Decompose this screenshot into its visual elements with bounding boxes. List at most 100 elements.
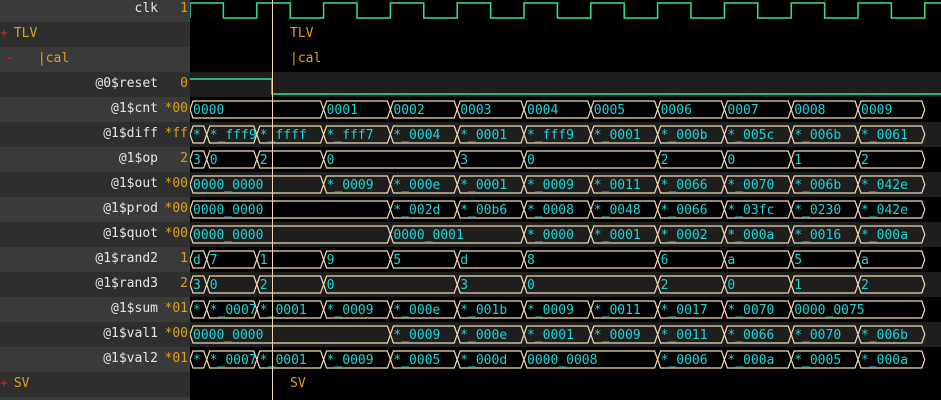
bus-value-label: a <box>861 253 869 268</box>
bus-segment <box>523 250 659 269</box>
bus-value-label: *_0066 <box>727 328 774 343</box>
scope-label[interactable]: - |cal <box>6 51 69 66</box>
bus-value-label: *_000a <box>861 353 908 368</box>
signal-row-1-rand2[interactable]: @1$rand2 1 <box>0 247 190 272</box>
bus-value-label: *_000a <box>727 228 774 243</box>
bus-value-label: *_0070 <box>727 303 774 318</box>
signal-name: @1$rand3 <box>95 276 158 291</box>
bus-value-label: *_0007 <box>210 303 257 318</box>
expand-toggle-icon[interactable]: + <box>0 376 8 391</box>
bus-value-label: *_0009 <box>527 303 574 318</box>
signal-name: @1$quot <box>103 226 158 241</box>
signal-name: @1$val2 <box>103 351 158 366</box>
bus-value-label: *_005c <box>727 128 774 143</box>
scope-name: |cal <box>37 51 70 66</box>
bus-value-label: 3 <box>193 153 201 168</box>
signal-current-value: *00 <box>164 226 188 241</box>
scope-label[interactable]: + TLV <box>0 26 37 41</box>
bus-value-label: *_0061 <box>861 128 908 143</box>
signal-current-value: 2 <box>180 276 188 291</box>
bus-value-label: 0000 <box>193 103 224 118</box>
bus-value-label: 0001 <box>327 103 358 118</box>
bus-value-label: 0007 <box>727 103 758 118</box>
bus-value-label: *_0001 <box>594 228 641 243</box>
bus-value-label: 2 <box>661 153 669 168</box>
signal-row-0-reset[interactable]: @0$reset 0 <box>0 72 190 97</box>
bus-value-label: *_fff9 <box>527 128 574 143</box>
bus-value-label: 0005 <box>594 103 625 118</box>
bus-value-label: *_0048 <box>594 203 641 218</box>
bus-value-label: 3 <box>193 278 201 293</box>
bus-value-label: 2 <box>260 153 268 168</box>
signal-row-1-diff[interactable]: @1$diff *ff <box>0 122 190 147</box>
signal-row-tlv[interactable]: + TLV <box>0 22 190 47</box>
signal-row-1-sum[interactable]: @1$sum *01 <box>0 297 190 322</box>
bus-value-label: *_0001 <box>460 178 507 193</box>
bus-value-label: 1 <box>794 278 802 293</box>
bus-value-label: *_0004 <box>393 128 440 143</box>
signal-row-sv[interactable]: + SV <box>0 372 190 397</box>
bus-value-label: *_00b6 <box>460 203 507 218</box>
signal-name: @1$sum <box>111 301 158 316</box>
bus-value-label: a <box>727 253 735 268</box>
signal-name: @1$diff <box>103 126 158 141</box>
waveform-panel[interactable]: TLV |cal SV 0000 0001 0002 0003 0004 0005 0006 000… <box>190 0 941 400</box>
bus-value-label: *_006b <box>794 128 841 143</box>
bus-value-label: *_0009 <box>327 178 374 193</box>
signal-name: @1$cnt <box>111 101 158 116</box>
signal-row-1-val2[interactable]: @1$val2 *01 <box>0 347 190 372</box>
bus-segment <box>523 150 659 169</box>
bus-value-label: * <box>193 303 201 318</box>
expand-toggle-icon[interactable]: + <box>0 26 8 41</box>
signal-row-1-rand3[interactable]: @1$rand3 2 <box>0 272 190 297</box>
signal-current-value: 1 <box>180 1 188 16</box>
signal-current-value: *01 <box>164 301 188 316</box>
clock-waveform <box>190 2 941 19</box>
bus-value-label: *_006b <box>794 178 841 193</box>
signal-current-value: *ff <box>164 126 188 141</box>
waveform-canvas: 0000 0001 0002 0003 0004 0005 0006 0007 0008 0009… <box>190 2 941 369</box>
bus-value-label: *_006b <box>861 328 908 343</box>
signal-name: @0$reset <box>95 76 158 91</box>
signal-name: clk <box>134 1 158 16</box>
scope-name: TLV <box>13 26 38 41</box>
bus-value-label: *_fff7 <box>327 128 374 143</box>
signal-row-1-cnt[interactable]: @1$cnt *00 <box>0 97 190 122</box>
bus-value-label: *_0011 <box>594 178 641 193</box>
signal-current-value: *00 <box>164 201 188 216</box>
expand-toggle-icon[interactable]: - <box>6 51 14 66</box>
signal-row-clk[interactable]: clk 1 <box>0 0 190 22</box>
signal-row-1-out[interactable]: @1$out *00 <box>0 172 190 197</box>
bus-value-label: *_002d <box>393 203 440 218</box>
bus-value-label: *_0017 <box>661 303 708 318</box>
bus-value-label: 7 <box>210 253 218 268</box>
bus-value-label: 0 <box>210 153 218 168</box>
bus-value-label: 0000_0001 <box>393 228 463 243</box>
bus-value-label: 6 <box>661 253 669 268</box>
bus-value-label: *_000e <box>460 328 507 343</box>
bus-value-label: 0003 <box>460 103 491 118</box>
bus-value-label: 0 <box>527 278 535 293</box>
time-cursor[interactable] <box>272 0 273 400</box>
signal-row-1-op[interactable]: @1$op 2 <box>0 147 190 172</box>
signal-row-1-prod[interactable]: @1$prod *00 <box>0 197 190 222</box>
bus-value-label: *_0011 <box>594 303 641 318</box>
bus-value-label: d <box>460 253 468 268</box>
bus-value-label: 3 <box>460 153 468 168</box>
signal-row-cal[interactable]: - |cal <box>0 47 190 72</box>
bus-value-label: *_0001 <box>260 353 307 368</box>
bus-value-label: 0 <box>727 153 735 168</box>
bus-value-label: 0 <box>527 153 535 168</box>
scope-name: SV <box>13 376 30 391</box>
bus-value-label: *_03fc <box>727 203 774 218</box>
scope-label[interactable]: + SV <box>0 376 29 391</box>
bus-value-label: *_0009 <box>393 328 440 343</box>
bus-segment <box>322 150 458 169</box>
bus-value-label: *_0008 <box>527 203 574 218</box>
bus-value-label: 0000_0075 <box>794 303 864 318</box>
bus-value-label: 9 <box>327 253 335 268</box>
bus-value-label: 0 <box>327 278 335 293</box>
signal-row-1-quot[interactable]: @1$quot *00 <box>0 222 190 247</box>
signal-name-panel: clk 1 + TLV - |cal @0$reset 0 @1$cnt *00 @1$diff *f… <box>0 0 190 400</box>
signal-row-1-val1[interactable]: @1$val1 *00 <box>0 322 190 347</box>
